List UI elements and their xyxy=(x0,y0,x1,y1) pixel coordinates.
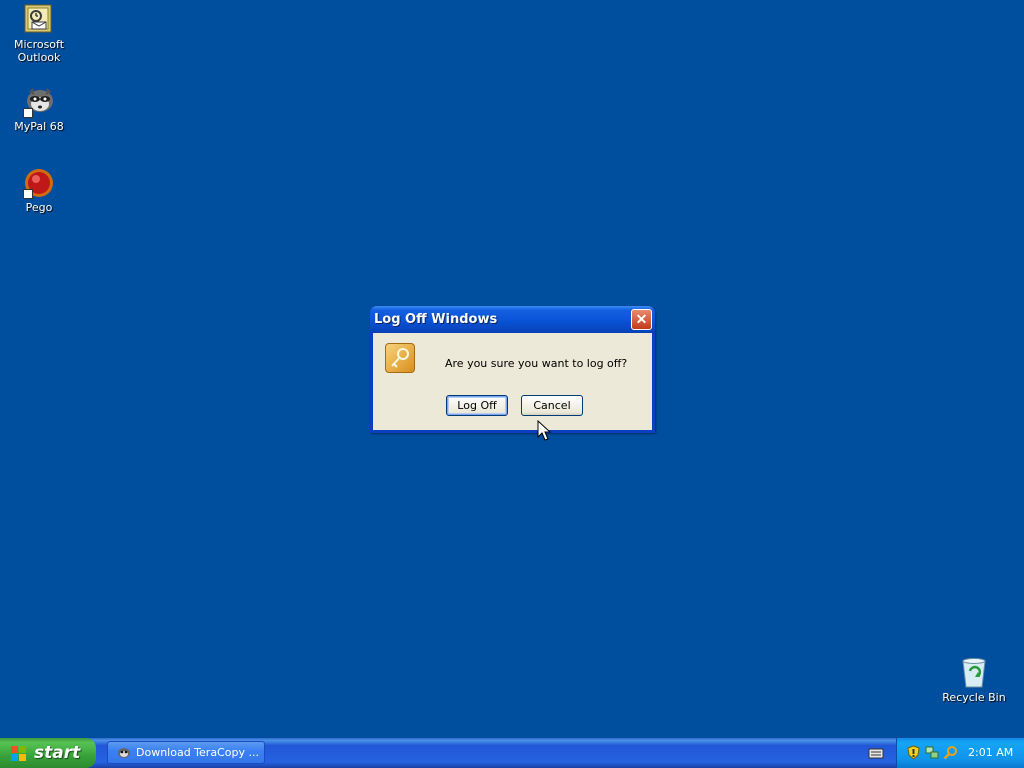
log-off-dialog: Log Off Windows ✕ Are you sure you want … xyxy=(370,306,655,433)
shortcut-arrow-icon xyxy=(23,189,33,199)
clock[interactable]: 2:01 AM xyxy=(968,746,1013,759)
mypal-icon xyxy=(117,746,131,760)
desktop-icon-label: Outlook xyxy=(17,51,61,64)
close-button[interactable]: ✕ xyxy=(631,309,652,330)
security-shield-icon[interactable] xyxy=(906,745,921,760)
outlook-icon xyxy=(23,4,55,36)
keyboard-icon[interactable] xyxy=(868,746,884,760)
taskbar-button-label: Download TeraCopy ... xyxy=(136,746,259,759)
log-off-button[interactable]: Log Off xyxy=(446,395,508,416)
close-icon: ✕ xyxy=(635,311,648,327)
cancel-button[interactable]: Cancel xyxy=(521,395,583,416)
dialog-titlebar[interactable]: Log Off Windows ✕ xyxy=(370,306,655,333)
desktop-icon-label: Pego xyxy=(25,201,53,214)
desktop-icon-pego[interactable]: Pego xyxy=(1,167,77,214)
desktop-icon-microsoft-outlook[interactable]: Microsoft Outlook xyxy=(1,4,77,64)
pego-icon xyxy=(23,167,55,199)
mouse-cursor-icon xyxy=(537,419,552,447)
taskbar-button-download-teracopy[interactable]: Download TeraCopy ... xyxy=(107,741,265,764)
windows-logo-icon xyxy=(10,745,27,762)
start-button[interactable]: start xyxy=(0,738,96,768)
shortcut-arrow-icon xyxy=(23,108,33,118)
network-icon[interactable] xyxy=(925,745,940,760)
desktop-icon-recycle-bin[interactable]: Recycle Bin xyxy=(936,657,1012,704)
desktop-icon-mypal-68[interactable]: MyPal 68 xyxy=(1,86,77,133)
start-label: start xyxy=(34,743,81,763)
desktop-icon-label: Recycle Bin xyxy=(942,691,1006,704)
system-tray: 2:01 AM xyxy=(896,738,1024,768)
desktop-icon-label: Microsoft xyxy=(13,38,65,51)
desktop-icon-label: MyPal 68 xyxy=(14,120,64,133)
recycle-bin-icon xyxy=(958,657,990,689)
key-icon xyxy=(385,343,415,373)
search-icon[interactable] xyxy=(943,745,958,760)
dialog-title: Log Off Windows xyxy=(374,312,498,327)
dialog-message: Are you sure you want to log off? xyxy=(445,357,628,370)
desktop: Microsoft Outlook MyPal 68 Pego Recycle … xyxy=(0,0,1024,738)
mypal-icon xyxy=(23,86,55,118)
